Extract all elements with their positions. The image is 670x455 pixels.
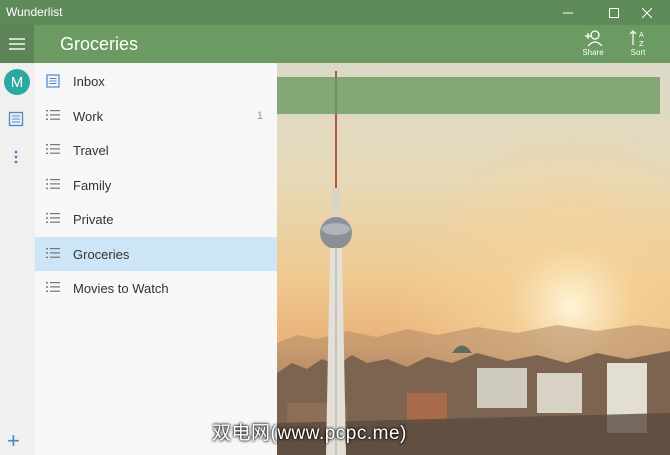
sort-label: Sort: [630, 48, 646, 57]
sidebar-item-inbox[interactable]: Inbox: [35, 64, 277, 98]
maximize-icon: [609, 7, 619, 18]
sidebar-item-label: Travel: [73, 143, 109, 158]
sidebar-item-label: Groceries: [73, 247, 130, 262]
activity-icon[interactable]: [8, 111, 24, 127]
list-title: Groceries: [60, 34, 139, 54]
city-skyline-illustration: [277, 63, 670, 455]
close-icon: [642, 7, 652, 18]
share-label: Share: [582, 48, 604, 57]
inbox-icon: [46, 74, 60, 88]
sidebar-item-count: 1: [256, 110, 263, 122]
watermark-text: 双电网(www.pcpc.me): [212, 423, 407, 444]
list-icon: [46, 213, 60, 223]
hamburger-menu-button[interactable]: [0, 25, 34, 63]
list-background-image: [277, 63, 670, 455]
sidebar-item-label: Private: [73, 212, 114, 227]
list-icon: [46, 282, 60, 292]
share-button[interactable]: Share: [575, 29, 611, 61]
sidebar-item-work[interactable]: Work 1: [35, 99, 277, 133]
add-list-icon[interactable]: +: [7, 430, 20, 452]
sidebar-item-label: Family: [73, 178, 112, 193]
hamburger-icon: [9, 38, 25, 50]
avatar[interactable]: M: [4, 69, 30, 95]
close-button[interactable]: [624, 0, 670, 25]
left-strip: M +: [0, 63, 36, 455]
list-icon: [46, 248, 60, 258]
list-header: Groceries Share A Z Sort: [0, 25, 670, 63]
sidebar-item-label: Inbox: [73, 74, 105, 89]
sidebar-item-private[interactable]: Private: [35, 202, 277, 236]
sidebar-item-travel[interactable]: Travel: [35, 133, 277, 167]
more-options-icon[interactable]: [8, 149, 24, 165]
title-bar: Wunderlist: [0, 0, 670, 25]
sidebar-item-label: Work: [73, 109, 104, 124]
sidebar-item-label: Movies to Watch: [73, 281, 169, 296]
sidebar-item-movies-to-watch[interactable]: Movies to Watch: [35, 271, 277, 305]
list-icon: [46, 144, 60, 154]
sidebar-item-family[interactable]: Family: [35, 168, 277, 202]
share-person-icon: [585, 30, 602, 47]
lists-sidebar: Inbox Work 1 Travel Family Private Groce…: [35, 63, 277, 455]
app-title: Wunderlist: [6, 5, 63, 19]
svg-text:Z: Z: [639, 40, 644, 47]
sidebar-item-groceries[interactable]: Groceries: [35, 237, 277, 271]
minimize-button[interactable]: [545, 0, 591, 25]
add-todo-bar[interactable]: [277, 77, 660, 114]
sort-az-icon: A Z: [629, 30, 644, 47]
sort-button[interactable]: A Z Sort: [620, 29, 656, 61]
svg-text:A: A: [639, 31, 644, 39]
list-icon: [46, 110, 60, 120]
list-icon: [46, 179, 60, 189]
minimize-icon: [563, 12, 573, 13]
